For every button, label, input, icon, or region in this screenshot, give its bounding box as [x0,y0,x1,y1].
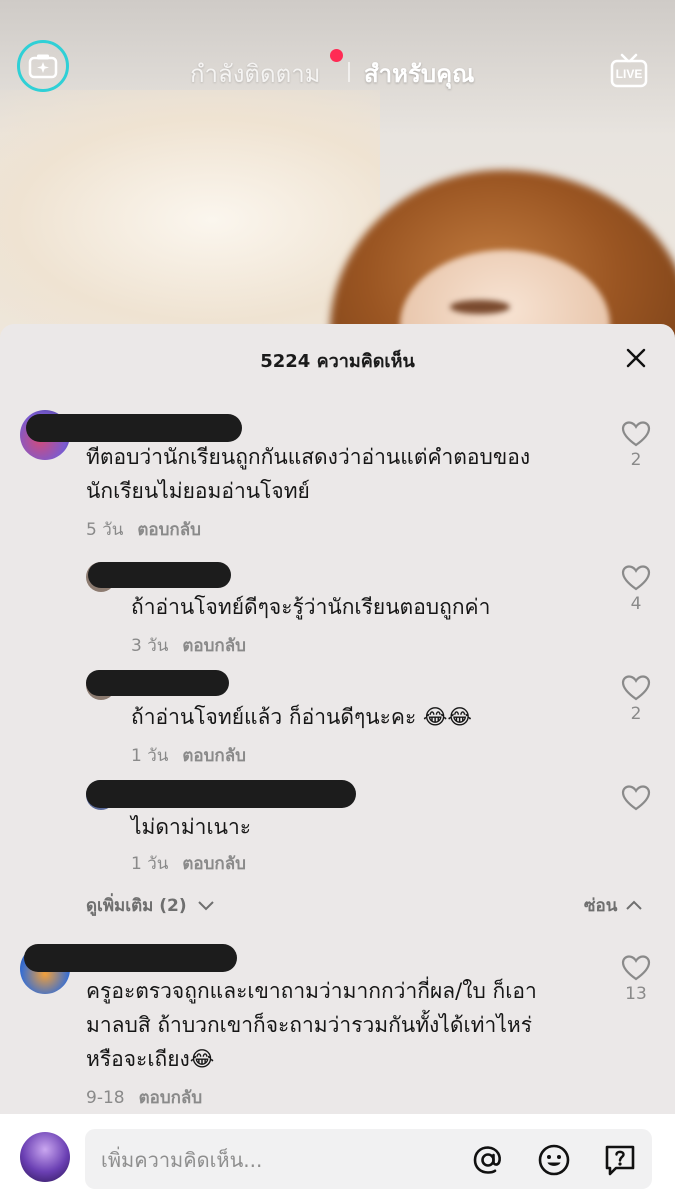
comment-time: 1 วัน [131,854,169,874]
video-person-eye [450,300,510,314]
comment-text: ทีตอบว่านักเรียนถูกกันแสดงว่าอ่านแต่คำตอ… [86,440,530,508]
heart-icon [621,955,651,981]
comment-reply-item: ไม่ดาม่าเนาะ 1 วัน ตอบกลับ [0,778,675,878]
comment-text-line: นักเรียนไม่ยอมอ่านโจทย์ [86,479,310,503]
chevron-up-icon [626,900,643,910]
comment-text-line: ครูอะตรวจถูกและเขาถามว่ามากกว่ากี่ผล/ใบ … [86,979,537,1003]
reply-button[interactable]: ตอบกลับ [182,746,246,766]
comment-text-line: หรือจะเถียง😂 [86,1047,215,1071]
like-button[interactable]: 4 [619,564,653,614]
reply-button[interactable]: ตอบกลับ [139,1088,203,1108]
top-bar: กำลังติดตาม สำหรับคุณ LIVE [0,40,675,100]
comment-input[interactable] [99,1129,463,1191]
comments-count-title: 5224 ความคิดเห็น [260,351,415,372]
redacted-username [24,944,237,972]
like-button[interactable]: 2 [619,420,653,470]
like-count: 13 [625,984,647,1004]
comment-time: 1 วัน [131,746,169,766]
question-icon[interactable] [603,1143,637,1177]
live-tv-icon: LIVE [610,53,648,88]
comment-text-line: ทีตอบว่านักเรียนถูกกันแสดงว่าอ่านแต่คำตอ… [86,445,531,469]
redacted-username [86,780,356,808]
heart-icon [621,565,651,591]
my-avatar[interactable] [20,1132,70,1182]
comment-reply-item: ถ้าอ่านโจทย์ดีๆจะรู้ว่านักเรียนตอบถูกค่า… [0,558,675,658]
emoji-icon[interactable] [537,1143,571,1177]
comment-meta: 1 วัน ตอบกลับ [131,850,246,877]
chevron-down-icon [197,901,214,911]
hide-label: ซ่อน [584,896,618,916]
comment-text-line: ไม่ดาม่าเนาะ [131,815,252,839]
comment-item: ทีตอบว่านักเรียนถูกกันแสดงว่าอ่านแต่คำตอ… [0,408,675,540]
comment-text: ถ้าอ่านโจทย์ดีๆจะรู้ว่านักเรียนตอบถูกค่า [131,590,490,624]
comment-meta: 9-18 ตอบกลับ [86,1084,202,1111]
video-light-area [0,90,380,340]
notification-dot [330,49,343,62]
redacted-username [86,670,229,696]
tab-following[interactable]: กำลังติดตาม [190,54,321,93]
comment-text: ถ้าอ่านโจทย์แล้ว ก็อ่านดีๆนะคะ 😂😂 [131,700,472,734]
camera-sparkle-icon [28,54,58,79]
redacted-username [88,562,231,588]
reply-button[interactable]: ตอบกลับ [182,854,246,874]
comment-time: 5 วัน [86,520,124,540]
like-count: 2 [630,704,642,724]
comment-text-line: ถ้าอ่านโจทย์ดีๆจะรู้ว่านักเรียนตอบถูกค่า [131,595,491,619]
comment-time: 9-18 [86,1088,125,1108]
redacted-username [26,414,242,442]
comment-time: 3 วัน [131,636,169,656]
reply-button[interactable]: ตอบกลับ [137,520,201,540]
close-icon [626,348,646,368]
reply-button[interactable]: ตอบกลับ [182,636,246,656]
comment-item: ครูอะตรวจถูกและเขาถามว่ามากกว่ากี่ผล/ใบ … [0,942,675,1112]
comment-text: ไม่ดาม่าเนาะ [131,810,251,844]
like-count: 2 [630,450,642,470]
comment-meta: 5 วัน ตอบกลับ [86,516,201,543]
comment-text: ครูอะตรวจถูกและเขาถามว่ามากกว่ากี่ผล/ใบ … [86,974,537,1076]
comment-text-line: ถ้าอ่านโจทย์แล้ว ก็อ่านดีๆนะคะ 😂😂 [131,705,472,729]
heart-icon [621,421,651,447]
camera-create-button[interactable] [17,40,69,92]
comment-meta: 1 วัน ตอบกลับ [131,742,246,769]
close-button[interactable] [622,344,650,372]
heart-icon [621,785,651,811]
view-more-replies-button[interactable]: ดูเพิ่มเติม (2) [86,892,215,919]
like-button[interactable]: 13 [619,954,653,1004]
comment-input-bar [0,1114,675,1200]
at-icon[interactable] [471,1143,505,1177]
comments-sheet: 5224 ความคิดเห็น ทีตอบว่านักเรียนถูกกันแ… [0,324,675,1114]
tab-for-you[interactable]: สำหรับคุณ [364,54,474,93]
heart-icon [621,675,651,701]
like-count: 4 [630,594,642,614]
comment-text-line: มาลบสิ ถ้าบวกเขาก็จะถามว่ารวมกันทั้งได้เ… [86,1013,533,1037]
comment-input-box[interactable] [85,1129,652,1191]
hide-replies-button[interactable]: ซ่อน [584,892,643,919]
like-button[interactable]: 2 [619,674,653,724]
like-button[interactable] [619,784,653,814]
live-label: LIVE [616,67,643,81]
live-button[interactable]: LIVE [608,50,650,92]
view-more-label: ดูเพิ่มเติม (2) [86,896,187,916]
comment-reply-item: ถ้าอ่านโจทย์แล้ว ก็อ่านดีๆนะคะ 😂😂 1 วัน ต… [0,668,675,768]
tab-separator [348,62,350,82]
comment-meta: 3 วัน ตอบกลับ [131,632,246,659]
